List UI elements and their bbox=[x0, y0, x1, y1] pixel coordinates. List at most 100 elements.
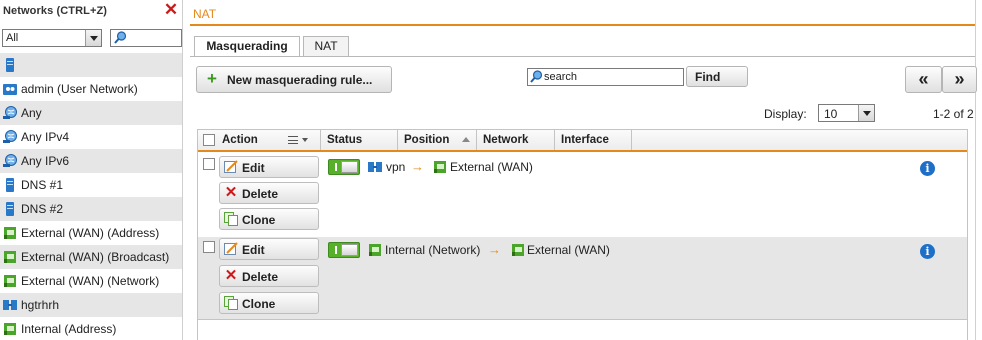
tab-nat[interactable]: NAT bbox=[303, 36, 349, 56]
column-header-network[interactable]: Network bbox=[477, 130, 555, 150]
rule-interface[interactable]: External (WAN) bbox=[450, 160, 533, 174]
network-item-label: hgtrhrh bbox=[21, 298, 60, 312]
delete-button[interactable]: ✕ Delete bbox=[219, 182, 319, 204]
column-header-position[interactable]: Position bbox=[398, 130, 477, 150]
row-checkbox[interactable] bbox=[203, 158, 215, 170]
status-toggle[interactable] bbox=[328, 159, 360, 175]
network-item[interactable] bbox=[0, 53, 182, 77]
next-page-button[interactable]: » bbox=[942, 66, 977, 93]
sort-ascending-icon bbox=[462, 137, 470, 142]
find-label: Find bbox=[695, 70, 721, 84]
networks-panel-title: Networks (CTRL+Z) bbox=[3, 5, 108, 17]
main-content: NAT Masquerading NAT + New masquerading … bbox=[190, 0, 982, 340]
clone-button[interactable]: Clone bbox=[219, 208, 319, 230]
network-item[interactable]: External (WAN) (Address) bbox=[0, 221, 182, 245]
networks-list: admin (User Network) Any Any IPv4 Any IP… bbox=[0, 53, 182, 340]
chevron-down-icon[interactable] bbox=[85, 30, 101, 46]
network-item-label: Any bbox=[21, 106, 42, 120]
clone-label: Clone bbox=[242, 213, 276, 227]
toggle-knob bbox=[341, 244, 358, 256]
networks-panel: Networks (CTRL+Z) ✕ All admin (User Netw… bbox=[0, 0, 182, 340]
network-item[interactable]: admin (User Network) bbox=[0, 77, 182, 101]
table-row: Edit ✕ Delete Clone Internal (Network) →… bbox=[198, 237, 967, 319]
network-item[interactable]: DNS #2 bbox=[0, 197, 182, 221]
row-checkbox[interactable] bbox=[203, 241, 215, 253]
interface-icon bbox=[4, 323, 16, 335]
edit-icon bbox=[224, 160, 238, 173]
select-all-checkbox[interactable] bbox=[203, 134, 215, 146]
search-value: search bbox=[544, 71, 578, 83]
column-label: Interface bbox=[561, 134, 609, 146]
networks-type-select[interactable]: All bbox=[2, 29, 102, 47]
delete-icon: ✕ bbox=[224, 184, 238, 201]
interface-icon bbox=[4, 251, 16, 263]
interface-icon bbox=[4, 227, 16, 239]
panel-divider[interactable] bbox=[182, 0, 185, 340]
rule-network[interactable]: Internal (Network) bbox=[385, 243, 480, 257]
table-row: Edit ✕ Delete Clone vpn → External (WAN)… bbox=[198, 154, 967, 237]
tab-masquerading[interactable]: Masquerading bbox=[194, 36, 300, 57]
network-item[interactable]: DNS #1 bbox=[0, 173, 182, 197]
nat-app: Networks (CTRL+Z) ✕ All admin (User Netw… bbox=[0, 0, 982, 340]
clone-icon bbox=[224, 296, 238, 310]
networks-panel-header: Networks (CTRL+Z) ✕ bbox=[0, 0, 182, 24]
network-item[interactable]: Any IPv4 bbox=[0, 125, 182, 149]
clone-button[interactable]: Clone bbox=[219, 292, 319, 314]
rule-network[interactable]: vpn bbox=[386, 160, 405, 174]
status-toggle[interactable] bbox=[328, 242, 360, 258]
masquerading-table: Action Status Position Network Interface bbox=[197, 129, 968, 340]
search-input[interactable]: search bbox=[527, 68, 684, 86]
network-item[interactable]: hgtrhrh bbox=[0, 293, 182, 317]
interface-icon bbox=[369, 244, 381, 256]
new-masquerading-rule-button[interactable]: + New masquerading rule... bbox=[196, 66, 392, 93]
network-item[interactable]: Internal (Address) bbox=[0, 317, 182, 340]
network-item-label: DNS #2 bbox=[21, 202, 64, 216]
column-header-status[interactable]: Status bbox=[321, 130, 398, 150]
globe-icon bbox=[3, 130, 17, 143]
display-count-value: 10 bbox=[824, 107, 838, 121]
info-icon[interactable]: i bbox=[920, 161, 935, 176]
edit-button[interactable]: Edit bbox=[219, 238, 319, 260]
previous-page-button[interactable]: « bbox=[905, 66, 942, 93]
network-item-label: admin (User Network) bbox=[21, 82, 138, 96]
network-item[interactable]: Any IPv6 bbox=[0, 149, 182, 173]
networks-search-input[interactable] bbox=[110, 29, 182, 47]
network-item-label: DNS #1 bbox=[21, 178, 64, 192]
network-item[interactable]: Any bbox=[0, 101, 182, 125]
delete-icon: ✕ bbox=[224, 267, 238, 284]
interface-icon bbox=[434, 161, 446, 173]
server-icon bbox=[6, 178, 14, 192]
globe-icon bbox=[3, 154, 17, 167]
display-label: Display: bbox=[764, 107, 807, 121]
info-icon[interactable]: i bbox=[920, 244, 935, 259]
arrow-right-icon: → bbox=[411, 159, 424, 174]
column-label: Status bbox=[327, 134, 363, 146]
edit-icon bbox=[224, 242, 238, 255]
network-item-label: Any IPv6 bbox=[21, 154, 70, 168]
delete-label: Delete bbox=[242, 270, 279, 284]
edit-label: Edit bbox=[242, 161, 265, 175]
clone-icon bbox=[224, 212, 238, 226]
column-header-interface[interactable]: Interface bbox=[555, 130, 632, 150]
table-header: Action Status Position Network Interface bbox=[198, 130, 967, 152]
chevron-down-icon[interactable] bbox=[858, 105, 874, 121]
network-item[interactable]: External (WAN) (Network) bbox=[0, 269, 182, 293]
networks-filter-row: All bbox=[2, 29, 182, 47]
network-item[interactable]: External (WAN) (Broadcast) bbox=[0, 245, 182, 269]
server-icon bbox=[6, 202, 14, 216]
find-button[interactable]: Find bbox=[686, 66, 748, 87]
edit-label: Edit bbox=[242, 243, 265, 257]
globe-icon bbox=[3, 106, 17, 119]
edit-button[interactable]: Edit bbox=[219, 156, 319, 178]
close-icon[interactable]: ✕ bbox=[163, 1, 179, 19]
interface-icon bbox=[512, 244, 524, 256]
delete-button[interactable]: ✕ Delete bbox=[219, 265, 319, 287]
network-icon bbox=[368, 162, 382, 172]
networks-type-value: All bbox=[6, 32, 19, 44]
search-icon bbox=[530, 70, 543, 83]
new-rule-label: New masquerading rule... bbox=[227, 73, 373, 87]
rule-interface[interactable]: External (WAN) bbox=[527, 243, 610, 257]
clone-label: Clone bbox=[242, 297, 276, 311]
user-network-icon bbox=[3, 84, 17, 95]
display-count-select[interactable]: 10 bbox=[818, 104, 875, 122]
